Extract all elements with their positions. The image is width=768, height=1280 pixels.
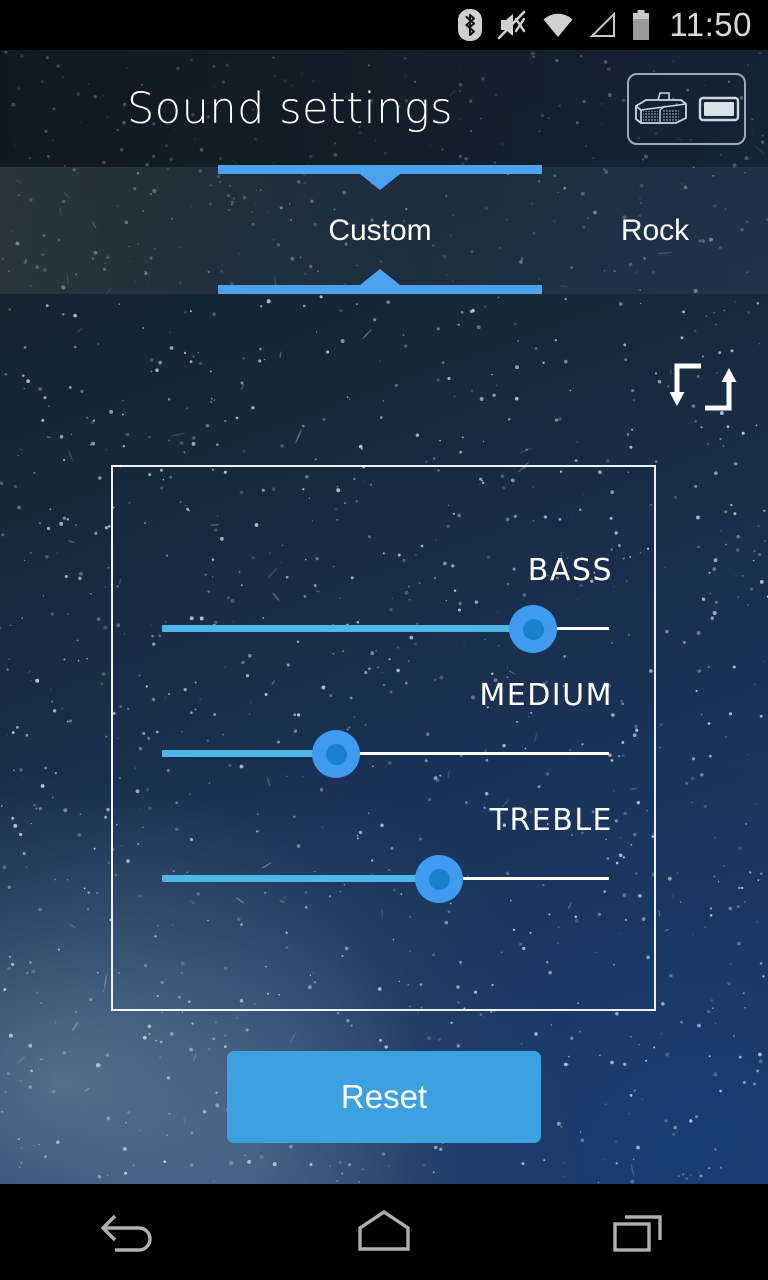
status-bar-clock: 11:50: [669, 6, 752, 43]
loop-repeat-icon[interactable]: [668, 356, 738, 418]
status-bar: 11:50: [0, 0, 768, 50]
equalizer-panel: BASS MEDIUM TREBLE: [111, 465, 656, 1011]
slider-label-treble: TREBLE: [489, 803, 613, 838]
slider-row-treble: TREBLE: [113, 797, 658, 917]
nav-recents-button[interactable]: [565, 1184, 715, 1280]
slider-track-medium[interactable]: [162, 730, 609, 778]
slider-thumb-bass[interactable]: [509, 605, 557, 653]
slider-track-bass[interactable]: [162, 605, 609, 653]
tab-selection-indicator-top: [218, 165, 542, 190]
slider-track-active: [162, 625, 533, 632]
slider-track-treble[interactable]: [162, 855, 609, 903]
phone-screen: 11:50 Sound settings Custom Rock BASS ME…: [0, 0, 768, 1280]
slider-thumb-center: [522, 618, 544, 640]
battery-icon: [633, 10, 650, 40]
tab-selection-indicator-bottom: [218, 269, 542, 294]
slider-label-medium: MEDIUM: [479, 678, 613, 713]
app-header-bar: Sound settings: [0, 50, 768, 167]
tab-rock[interactable]: Rock: [542, 167, 768, 294]
system-navigation-bar: [0, 1184, 768, 1280]
back-arrow-icon: [100, 1214, 152, 1252]
tab-custom-label: Custom: [328, 213, 432, 247]
slider-row-medium: MEDIUM: [113, 672, 658, 792]
slider-label-bass: BASS: [527, 553, 613, 588]
bluetooth-icon: [458, 9, 483, 41]
home-icon: [358, 1209, 410, 1251]
slider-row-bass: BASS: [113, 547, 658, 667]
sound-muted-icon: [498, 10, 526, 40]
reset-button[interactable]: Reset: [227, 1051, 541, 1143]
audio-output-device-button[interactable]: [627, 72, 746, 145]
display-device-icon: [698, 96, 740, 121]
tab-rock-label: Rock: [620, 213, 690, 247]
nav-back-button[interactable]: [53, 1184, 203, 1280]
recents-icon: [613, 1215, 662, 1252]
slider-thumb-center: [428, 868, 450, 890]
reset-button-label: Reset: [340, 1078, 428, 1115]
wifi-icon: [543, 13, 573, 37]
soundbar-icon: [635, 91, 687, 124]
slider-thumb-treble[interactable]: [415, 855, 464, 903]
slider-thumb-center: [325, 743, 347, 765]
slider-thumb-medium[interactable]: [312, 730, 361, 778]
slider-track-active: [162, 875, 440, 882]
status-bar-icons: [457, 8, 651, 42]
slider-track-active: [162, 750, 337, 757]
tab-pointer-down-icon: [360, 174, 400, 190]
page-title: Sound settings: [127, 83, 454, 134]
nav-home-button[interactable]: [309, 1184, 459, 1280]
tab-pointer-up-icon: [360, 269, 400, 285]
cellular-signal-icon: [589, 11, 616, 37]
